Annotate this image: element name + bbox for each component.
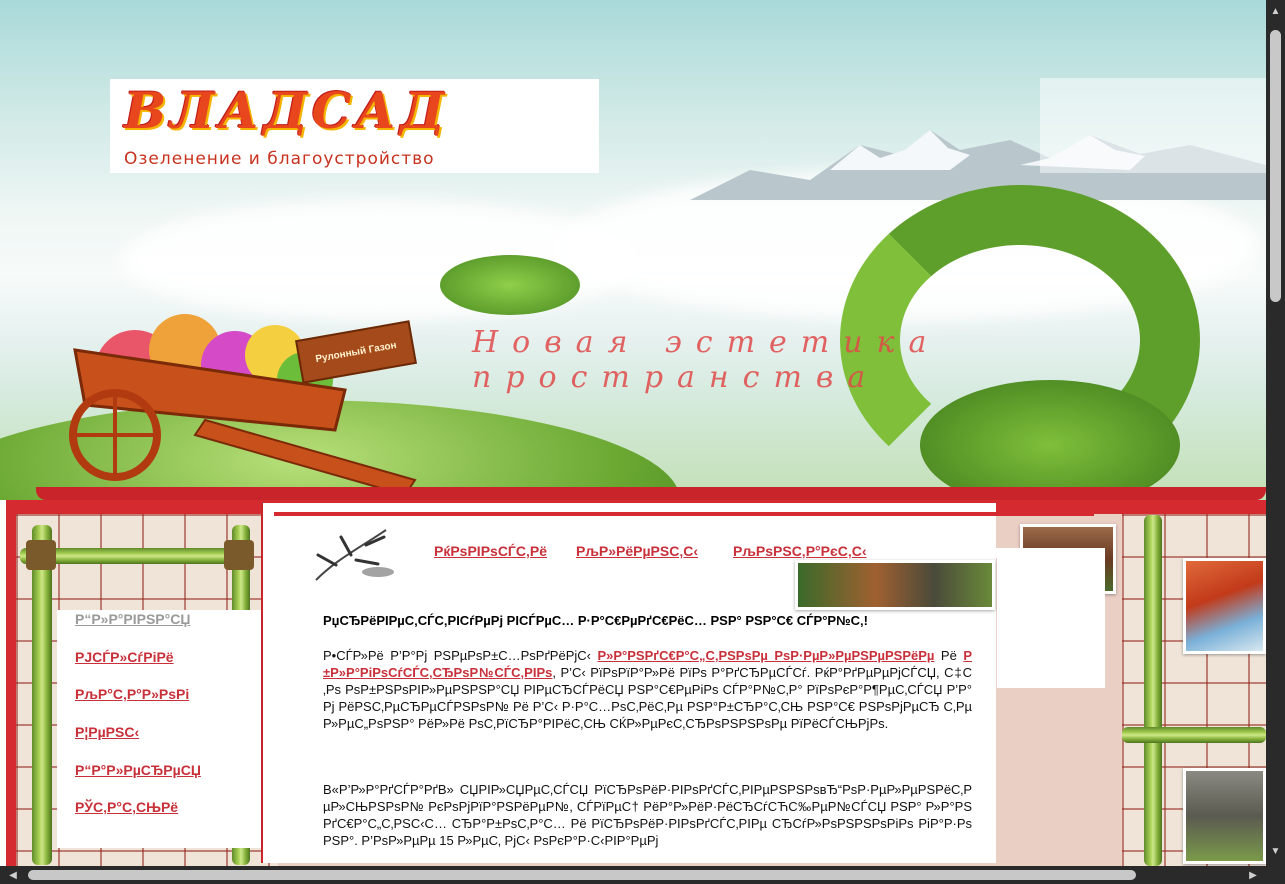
tagline: Новая эстетика пространства [472,325,941,395]
top-nav-clients[interactable]: РљР»РёРµРЅС‚С‹ [576,543,698,559]
menu-item-services[interactable]: РЈСЃР»СѓРіРё [75,649,174,665]
bamboo-pole [32,525,52,865]
menu-item-prices[interactable]: Р¦РµРЅС‹ [75,724,139,740]
menu-item-articles[interactable]: РЎС‚Р°С‚СЊРё [75,799,178,815]
panel-overlay [997,558,1105,688]
bamboo-knot [26,540,56,570]
horizontal-scroll-thumb[interactable] [28,870,1136,880]
page-title: РџСЂРёРІРµС‚СЃС‚РІСѓРµРј РІСЃРµС… Р·Р°С€… [323,613,868,628]
banner-bottom-strip [36,487,1266,500]
top-nav-contacts[interactable]: РљРѕРЅС‚Р°РєС‚С‹ [733,543,866,559]
stone-photo [1183,768,1266,864]
top-nav-news[interactable]: РќРѕРІРѕСЃС‚Рё [434,543,547,559]
landscaping-link[interactable]: Р»Р°РЅРґС€Р°С„С‚РЅРѕРµ РѕР·РµР»РµРЅРµРЅР… [597,648,934,663]
ink-bamboo-art [315,529,394,581]
header-banner: Рулонный Газон ВЛАДСАД Озеленение и благ… [0,0,1266,500]
intro-text: Р•СЃР»Рё Р’Р°Рј РЅРµРѕР±С…РѕРґРёРјС‹ [323,648,598,663]
logo-fade-band [1040,78,1266,173]
tree-photo [1183,558,1266,654]
bamboo-knot [224,540,254,570]
small-hill [440,255,580,315]
content-text-area: Р•СЃР»Рё Р’Р°Рј РЅРµРѕР±С…РѕРґРёРјС‹ Р»Р… [300,640,1000,866]
scroll-left-icon[interactable]: ◀ [4,866,22,884]
logo-subtitle: Озеленение и благоустройство [124,149,435,169]
scroll-down-icon[interactable]: ▼ [1266,842,1285,860]
right-grass [920,380,1180,500]
vertical-scrollbar[interactable]: ▲ ▼ [1266,0,1285,866]
menu-item-home[interactable]: Р“Р»Р°РІРЅР°СЏ [75,611,190,627]
site-logo[interactable]: ВЛАДСАД Озеленение и благоустройство [110,79,599,173]
scroll-right-icon[interactable]: ▶ [1244,866,1262,884]
scrollbar-corner [1266,866,1285,884]
bamboo-pole [1144,515,1162,866]
company-paragraph: В«Р’Р»Р°РґСЃР°РґВ» СЏРІР»СЏРµС‚СЃСЏ РїСЂ… [323,782,972,848]
house-photo [795,560,995,610]
bamboo-rail [1122,727,1266,743]
scroll-up-icon[interactable]: ▲ [1266,2,1285,20]
top-red-bar [274,512,1094,516]
vertical-scroll-thumb[interactable] [1270,30,1281,302]
menu-item-gallery[interactable]: Р“Р°Р»РµСЂРµСЏ [75,762,201,778]
horizontal-scrollbar[interactable]: ◀ ▶ [0,866,1285,884]
intro-paragraph: Р•СЃР»Рё Р’Р°Рј РЅРµРѕР±С…РѕРґРёРјС‹ Р»Р… [323,647,972,732]
logo-wordmark: ВЛАДСАД [124,81,449,140]
panel-overlay [878,548,1105,558]
menu-item-catalog[interactable]: РљР°С‚Р°Р»РѕРі [75,686,189,702]
intro-text: Рё [934,648,964,663]
